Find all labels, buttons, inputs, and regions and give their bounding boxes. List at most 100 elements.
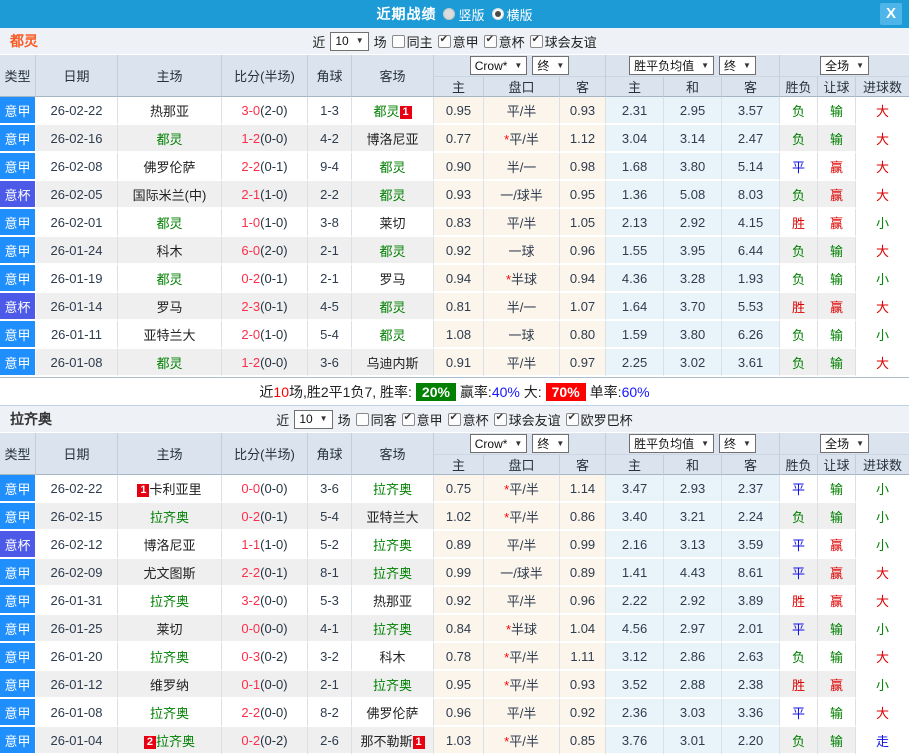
filter-prefix: 近 [276,412,290,428]
score-cell: 1-2(0-0) [222,349,308,377]
col-date: 日期 [36,55,118,97]
chevron-down-icon: ▼ [856,60,864,70]
handicap-result-cell: 赢 [818,587,857,615]
table-row: 意杯 26-02-12 博洛尼亚 1-1(1-0) 5-2 拉齐奥 0.89 平… [0,531,909,559]
league-type-cell: 意甲 [0,97,36,125]
handicap-cell: *半球 [484,615,560,643]
league-filter-checkbox[interactable]: 意杯 [483,32,525,51]
odds-away-cell: 1.07 [560,293,607,321]
radio-vertical-layout[interactable]: 竖版 [443,5,485,24]
col-goals: 进球数 [856,77,909,97]
corner-cell: 1-3 [308,97,352,125]
score-cell: 1-0(1-0) [222,209,308,237]
col-goals: 进球数 [856,455,909,475]
away-team-name: 科木 [379,649,406,665]
home-team-name: 拉齐奥 [149,705,189,721]
avg-win-cell: 2.16 [606,531,665,559]
league-filter-checkbox[interactable]: 球会友谊 [493,410,561,429]
odds-away-cell: 0.95 [560,181,607,209]
same-venue-checkbox[interactable]: 同主 [391,32,433,51]
home-team-cell: 1 卡利亚里 [118,475,222,503]
home-team-cell: 莱切 [118,615,222,643]
odds-home-cell: 0.78 [434,643,484,671]
col-result: 胜负 [780,455,819,475]
scope-select[interactable]: 全场 ▼ [820,56,869,75]
league-filter-checkbox[interactable]: 意甲 [437,32,479,51]
corner-cell: 8-2 [308,699,352,727]
summary-text: 单率: [589,383,622,400]
league-filter-checkbox[interactable]: 球会友谊 [529,32,597,51]
radio-horizontal-layout[interactable]: 横版 [491,5,533,24]
home-team-name: 拉齐奥 [149,509,189,525]
odds-provider-select[interactable]: Crow* ▼ [469,56,528,75]
avg-win-cell: 4.36 [606,265,665,293]
scope-select[interactable]: 全场 ▼ [820,434,869,453]
halftime-score: (0-0) [260,704,288,720]
avg-draw-cell: 2.92 [664,587,723,615]
away-team-cell: 科木 [352,643,434,671]
score-cell: 0-0(0-0) [222,615,308,643]
score-cell: 0-2(0-2) [222,727,308,755]
home-team-name: 尤文图斯 [143,565,196,581]
league-filter-checkbox[interactable]: 欧罗巴杯 [565,410,633,429]
league-filter-checkbox[interactable]: 意杯 [447,410,489,429]
avg-odds-select[interactable]: 胜平负均值 ▼ [629,56,715,75]
home-team-name: 都灵 [156,215,183,231]
match-count-select[interactable]: 10 ▼ [294,409,333,429]
fulltime-score: 3-2 [241,592,261,608]
fulltime-score: 0-2 [241,270,261,286]
odds-away-cell: 0.92 [560,699,607,727]
fulltime-score: 2-0 [241,326,261,342]
away-team-name: 莱切 [379,215,406,231]
handicap-result-cell: 赢 [818,531,857,559]
goals-result-cell: 大 [856,559,909,587]
table-row: 意甲 26-02-09 尤文图斯 2-2(0-1) 8-1 拉齐奥 0.99 一… [0,559,909,587]
home-team-name: 都灵 [156,271,183,287]
odds-home-cell: 0.89 [434,531,484,559]
avg-lose-cell: 8.03 [722,181,781,209]
date-cell: 26-02-01 [36,209,118,237]
corner-cell: 4-5 [308,293,352,321]
handicap-win-pct: 40% [491,383,520,400]
odds-stage-select[interactable]: 终 ▼ [532,56,570,75]
goals-result-cell: 大 [856,293,909,321]
away-team-name: 都灵 [379,159,406,175]
checkbox-icon [483,34,497,48]
handicap-value: 半球 [511,271,538,287]
handicap-value: 一球 [508,327,535,343]
odds-home-cell: 0.90 [434,153,484,181]
avg-win-cell: 2.36 [606,699,665,727]
date-cell: 26-02-22 [36,97,118,125]
away-team-cell: 佛罗伦萨 [352,699,434,727]
avg-draw-cell: 2.95 [664,97,723,125]
home-team-name: 卡利亚里 [149,481,202,497]
avg-odds-select[interactable]: 胜平负均值 ▼ [629,434,715,453]
close-icon[interactable]: X [880,3,902,25]
league-filter-label: 球会友谊 [508,412,561,428]
checkbox-icon [355,412,369,426]
match-count-select[interactable]: 10 ▼ [330,31,369,51]
col-handicap: 盘口 [484,455,560,475]
avg-draw-cell: 2.93 [664,475,723,503]
home-team-name: 都灵 [156,131,183,147]
avg-lose-cell: 2.38 [722,671,781,699]
odds-stage-select[interactable]: 终 ▼ [532,434,570,453]
col-odds-away: 客 [560,455,607,475]
fulltime-score: 0-3 [241,648,261,664]
avg-win-cell: 1.41 [606,559,665,587]
table-row: 意杯 26-01-14 罗马 2-3(0-1) 4-5 都灵 0.81 半/一 … [0,293,909,321]
avg-win-cell: 4.56 [606,615,665,643]
avg-stage-select[interactable]: 终 ▼ [719,56,756,75]
league-filter-checkbox[interactable]: 意甲 [401,410,443,429]
same-venue-checkbox[interactable]: 同客 [355,410,397,429]
score-cell: 2-3(0-1) [222,293,308,321]
avg-win-cell: 2.13 [606,209,665,237]
checkbox-icon [565,412,579,426]
avg-draw-cell: 4.43 [664,559,723,587]
fulltime-score: 2-2 [241,704,261,720]
odds-provider-select[interactable]: Crow* ▼ [469,434,528,453]
radio-icon [443,8,456,20]
avg-win-cell: 1.36 [606,181,665,209]
avg-stage-select[interactable]: 终 ▼ [719,434,756,453]
odds-home-cell: 0.96 [434,699,484,727]
